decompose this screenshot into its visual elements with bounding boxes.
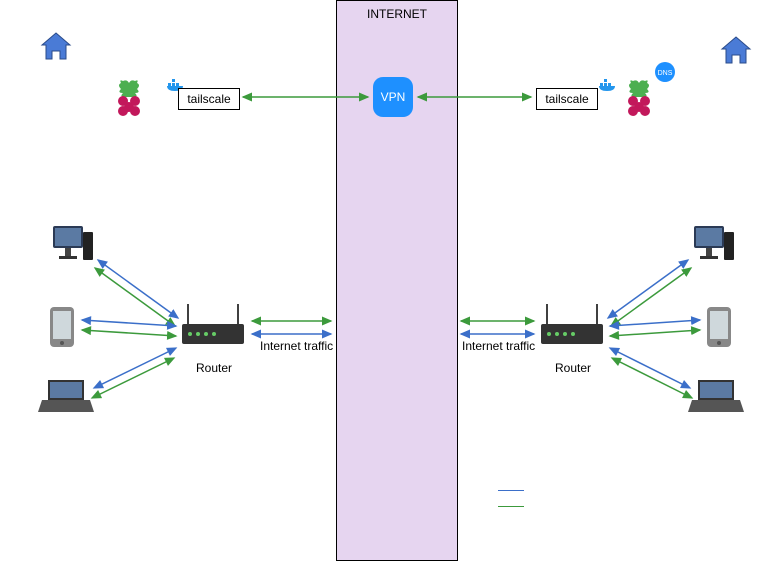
legend-line-blue [498, 490, 524, 491]
router-icon [537, 302, 607, 352]
phone-icon [47, 305, 77, 349]
desktop-icon [47, 222, 97, 272]
traffic-label-left: Internet traffic [260, 339, 333, 353]
vpn-node: VPN [373, 77, 413, 117]
router-label-left: Router [196, 361, 232, 375]
diagram-canvas: INTERNET VPN tailscale DNS [0, 0, 772, 561]
svg-text:DNS: DNS [658, 70, 673, 77]
laptop-icon [686, 376, 746, 416]
raspberry-pi-icon [623, 79, 655, 119]
home-icon [38, 29, 74, 65]
traffic-label-right: Internet traffic [462, 339, 535, 353]
legend-line-green [498, 506, 524, 507]
vpn-label: VPN [381, 90, 406, 104]
dns-badge-icon: DNS [654, 61, 676, 83]
tailscale-label-left: tailscale [187, 92, 230, 106]
tailscale-box-left: tailscale [178, 88, 240, 110]
internet-label: INTERNET [367, 7, 427, 21]
phone-icon [704, 305, 734, 349]
docker-icon [597, 77, 619, 93]
tailscale-box-right: tailscale [536, 88, 598, 110]
home-icon [718, 33, 754, 69]
router-icon [178, 302, 248, 352]
tailscale-label-right: tailscale [545, 92, 588, 106]
laptop-icon [36, 376, 96, 416]
raspberry-pi-icon [113, 79, 145, 119]
router-label-right: Router [555, 361, 591, 375]
desktop-icon [688, 222, 738, 272]
